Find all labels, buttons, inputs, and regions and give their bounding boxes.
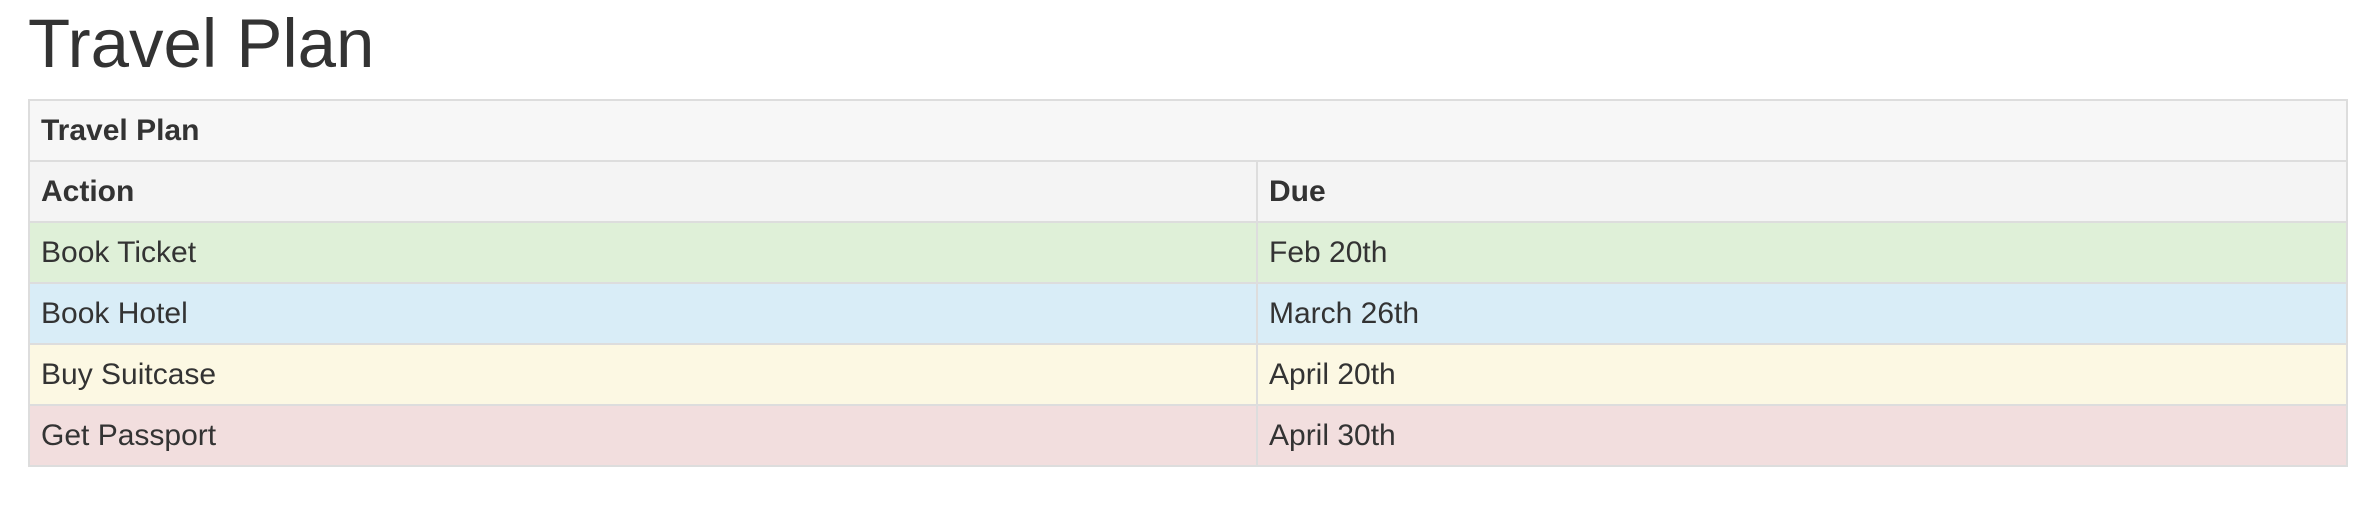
due-cell: April 30th [1256, 404, 2348, 467]
action-cell: Book Hotel [28, 282, 1258, 345]
travel-plan-table: Travel Plan Action Due Book Ticket Feb 2… [28, 99, 2348, 467]
action-cell: Buy Suitcase [28, 343, 1258, 406]
page-title: Travel Plan [28, 5, 375, 82]
column-header-action: Action [28, 160, 1258, 223]
table-row: Book Hotel March 26th [28, 282, 2348, 345]
table-header-row: Action Due [28, 160, 2348, 223]
column-header-due: Due [1256, 160, 2348, 223]
action-cell: Get Passport [28, 404, 1258, 467]
table-row: Get Passport April 30th [28, 404, 2348, 467]
table-caption-row: Travel Plan [28, 99, 2348, 162]
due-cell: Feb 20th [1256, 221, 2348, 284]
table-row: Buy Suitcase April 20th [28, 343, 2348, 406]
due-cell: March 26th [1256, 282, 2348, 345]
action-cell: Book Ticket [28, 221, 1258, 284]
due-cell: April 20th [1256, 343, 2348, 406]
table-row: Book Ticket Feb 20th [28, 221, 2348, 284]
table-caption: Travel Plan [28, 99, 2348, 162]
